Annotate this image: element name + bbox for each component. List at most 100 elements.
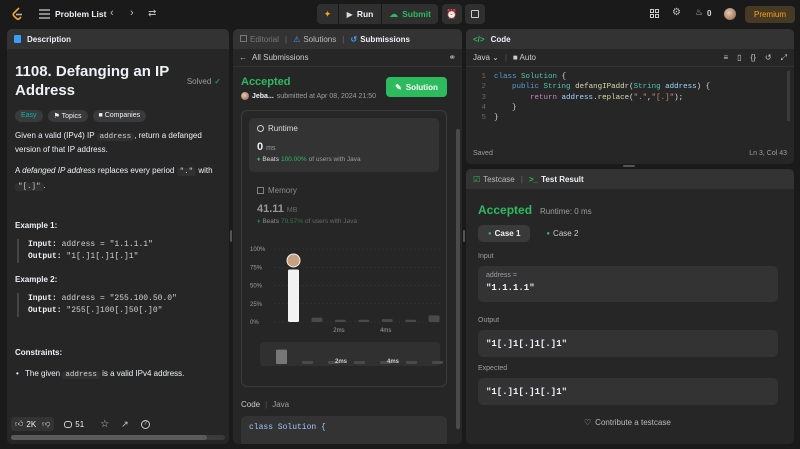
layout-grid-icon[interactable] [650, 9, 659, 18]
solution-button[interactable]: ✎ Solution [386, 77, 447, 97]
premium-label: Premium [753, 10, 786, 19]
description-paragraph-2: A defanged IP address replaces every per… [15, 166, 213, 191]
next-problem-icon[interactable]: › [130, 7, 134, 19]
chevron-down-icon: ⌄ [492, 53, 499, 62]
code-line-2: public String defangIPaddr(String addres… [512, 83, 711, 92]
star-icon[interactable]: ☆ [100, 419, 109, 430]
back-arrow-icon[interactable]: ← [239, 53, 247, 62]
fullscreen-icon[interactable]: ⤢ [781, 53, 787, 63]
result-accepted: Accepted [241, 76, 291, 88]
premium-button[interactable]: Premium [745, 6, 795, 23]
tag-icon: ⚑ [53, 113, 62, 120]
submissions-vscrollbar[interactable] [456, 129, 460, 429]
overview-bar [354, 361, 365, 364]
help-icon[interactable]: ? [140, 419, 150, 429]
format-icon[interactable]: ≡ [723, 53, 728, 63]
description-doc-icon [14, 35, 21, 43]
language-select[interactable]: Java ⌄ [473, 53, 499, 62]
overview-tick-label: 2ms [335, 359, 348, 365]
submit-button[interactable]: ☁ Submit [382, 4, 438, 24]
comments-button[interactable]: 51 [64, 420, 84, 429]
thumbs-up-icon: 👍︎ [15, 419, 24, 428]
timer-button[interactable]: ⏰ [442, 4, 462, 24]
constraints-title: Constraints: [15, 348, 63, 357]
debug-icon: ✦ [323, 8, 332, 19]
like-button[interactable]: 👍︎ 2K 👎︎ [11, 417, 55, 431]
y-tick-label: 100% [250, 247, 266, 253]
editor-vscrollbar[interactable] [787, 71, 790, 121]
settings-gear-icon[interactable]: ⚙ [672, 7, 681, 18]
constraint-item: • The given address is a valid IPv4 addr… [16, 369, 185, 379]
tab-testcase[interactable]: ☑ Testcase [473, 175, 515, 184]
case-tabs: ● Case 1 ● Case 2 [478, 225, 588, 242]
reset-icon[interactable]: ↺ [765, 53, 772, 63]
bookmark-icon[interactable]: ▯ [737, 53, 741, 63]
heart-icon: ♡ [584, 418, 592, 427]
overview-tick-label: 4ms [387, 359, 400, 365]
tab-description[interactable]: Description [27, 35, 71, 44]
tab-code[interactable]: Code [491, 35, 511, 44]
memory-card[interactable]: Memory 41.11 MB ♦ Beats 79.57% of users … [249, 180, 439, 234]
companies-tag[interactable]: ■ Companies [92, 110, 147, 122]
submitted-code-preview: class Solution { [241, 416, 447, 444]
streak-flame-icon[interactable]: ♨ [695, 7, 703, 18]
x-tick-label: 2ms [333, 328, 344, 334]
description-footer: 👍︎ 2K 👎︎ 51 ☆ ↗ ? [7, 415, 229, 433]
problem-list-link[interactable]: Problem List [55, 9, 106, 19]
topics-tag[interactable]: ⚑ Topics [47, 110, 88, 122]
vertical-splitter-right[interactable] [463, 230, 465, 242]
x-tick-label: 4ms [380, 328, 391, 334]
debug-button[interactable]: ✦ [317, 4, 338, 24]
case-1-tab[interactable]: ● Case 1 [478, 225, 531, 242]
note-icon [471, 10, 479, 18]
share-icon[interactable]: ↗ [121, 419, 129, 430]
auto-mode-toggle[interactable]: ■ Auto [513, 53, 536, 62]
braces-icon[interactable]: {} [751, 53, 756, 63]
runtime-distribution-chart[interactable]: 100% 75% 50% 25% 0% 2ms 4ms 2ms 4ms [242, 239, 448, 389]
tab-editorial[interactable]: Editorial [240, 34, 279, 44]
notes-button[interactable] [465, 4, 485, 24]
cloud-upload-icon: ☁ [389, 8, 399, 19]
submitter-name[interactable]: Jeba... [252, 93, 274, 100]
code-section-header: Code | Java [241, 400, 290, 409]
example-2-block: Input: address = "255.100.50.0" Output: … [17, 293, 221, 317]
link-icon[interactable]: ⚭ [448, 52, 456, 63]
input-variable: address = [486, 272, 517, 279]
submissions-tab-header: Editorial | ⚠ Solutions | ↺ Submissions [233, 29, 462, 49]
tab-submissions[interactable]: ↺ Submissions [351, 35, 411, 44]
shuffle-icon[interactable]: ⇄ [148, 8, 156, 19]
prev-problem-icon[interactable]: ‹ [110, 7, 114, 19]
horizontal-splitter[interactable] [623, 165, 635, 167]
difficulty-badge: Easy [15, 110, 43, 122]
runtime-card[interactable]: Runtime 0 ms ♦ Beats 100.00% of users wi… [249, 118, 439, 172]
tab-solutions[interactable]: ⚠ Solutions [293, 35, 336, 44]
memory-beats: ♦ Beats 79.57% of users with Java [257, 218, 358, 225]
solved-status: Solved ✓ [186, 77, 221, 86]
problem-list-icon[interactable] [38, 8, 50, 20]
code-area[interactable]: 1 2 3 4 5 class Solution { public String… [466, 71, 794, 143]
contribute-testcase-link[interactable]: ♡ Contribute a testcase [584, 418, 671, 427]
code-line-4: } [512, 103, 517, 112]
comment-count: 51 [75, 419, 85, 429]
description-hscrollbar[interactable] [11, 435, 225, 440]
thumbs-down-icon[interactable]: 👎︎ [42, 419, 50, 429]
output-label: Output [478, 317, 500, 324]
distribution-bar [381, 319, 393, 322]
case-2-tab[interactable]: ● Case 2 [536, 225, 588, 242]
run-button[interactable]: ▶ Run [339, 4, 381, 24]
vertical-splitter-left[interactable] [230, 230, 232, 242]
input-value: "1.1.1.1" [486, 283, 535, 293]
runtime-label: Runtime [268, 124, 298, 133]
user-avatar[interactable] [724, 8, 736, 20]
code-label: Code [241, 400, 261, 409]
leetcode-logo[interactable] [11, 7, 25, 21]
y-tick-label: 75% [250, 265, 263, 271]
runtime-unit: ms [266, 145, 276, 152]
terminal-icon: >_ [529, 174, 539, 184]
example-2-title: Example 2: [15, 275, 58, 284]
memory-label: Memory [268, 186, 297, 195]
test-result-panel: ☑ Testcase | >_ Test Result Accepted Run… [466, 169, 794, 444]
runtime-beats: ♦ Beats 100.00% of users with Java [257, 156, 361, 163]
tab-test-result[interactable]: >_ Test Result [529, 175, 584, 184]
all-submissions-link[interactable]: All Submissions [252, 53, 308, 62]
